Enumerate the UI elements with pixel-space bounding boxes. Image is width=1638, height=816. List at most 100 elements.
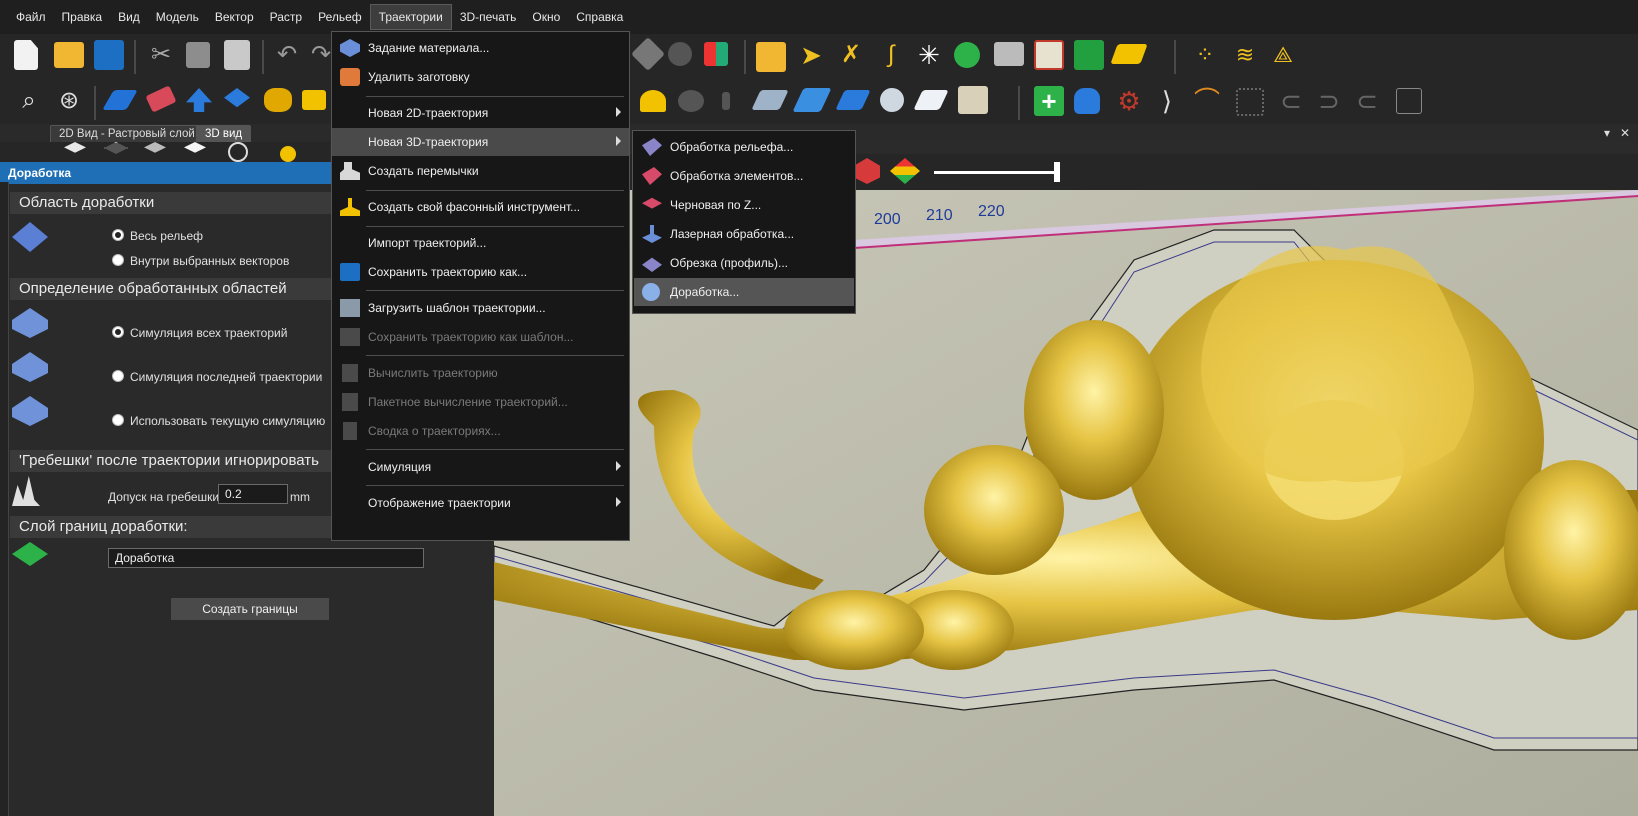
paths-icon[interactable]: [994, 42, 1024, 66]
zoom-icon[interactable]: ⌕: [14, 86, 44, 116]
gray-node-icon[interactable]: [678, 90, 704, 112]
cut-icon[interactable]: ✂: [146, 40, 176, 70]
vector-arrow-icon[interactable]: ➤: [796, 40, 826, 70]
spiral-icon[interactable]: [1034, 40, 1064, 70]
menu-item-new-2d-toolpath[interactable]: Новая 2D-траектория: [332, 99, 629, 127]
gold-slab-icon[interactable]: [302, 90, 326, 110]
menu-toolpaths[interactable]: Траектории: [369, 4, 452, 30]
undo-icon[interactable]: ↶: [272, 40, 302, 70]
menu-help[interactable]: Справка: [568, 5, 631, 29]
view-slider[interactable]: [934, 171, 1058, 174]
menu-item-toolpath-display[interactable]: Отображение траектории: [332, 489, 629, 517]
add-green-icon[interactable]: +: [1034, 86, 1064, 116]
gold-knot-icon[interactable]: [264, 88, 292, 112]
blue-diamond-icon[interactable]: [102, 90, 138, 110]
menu-item-simulation[interactable]: Симуляция: [332, 453, 629, 481]
red-bar-icon[interactable]: [145, 85, 177, 113]
radio-all-relief[interactable]: [112, 229, 124, 241]
copy-icon[interactable]: [186, 42, 210, 68]
submenu-item-relief-machining[interactable]: Обработка рельефа...: [634, 133, 854, 161]
blue-stack-icon[interactable]: [224, 88, 250, 108]
paste-icon[interactable]: [224, 40, 250, 70]
menu-view[interactable]: Вид: [110, 5, 148, 29]
menu-item-save-toolpath-as[interactable]: Сохранить траекторию как...: [332, 258, 629, 286]
tab-3d-view[interactable]: 3D вид: [196, 125, 252, 142]
toolpath-node-icon[interactable]: [640, 90, 666, 112]
pin-icon[interactable]: ▾: [1604, 126, 1610, 140]
tolerance-input[interactable]: 0.2: [218, 484, 288, 504]
layer-white-icon[interactable]: [913, 90, 949, 110]
open-folder-icon[interactable]: [54, 42, 84, 68]
node-edit-icon[interactable]: ✗: [836, 40, 866, 70]
submenu-item-feature-machining[interactable]: Обработка элементов...: [634, 162, 854, 190]
blue-arrow-icon[interactable]: [186, 88, 212, 112]
menu-raster[interactable]: Растр: [262, 5, 310, 29]
menu-item-set-material[interactable]: Задание материала...: [332, 34, 629, 62]
tab-2d-raster[interactable]: 2D Вид - Растровый слой: [50, 125, 204, 142]
blue-pot-icon[interactable]: [1074, 88, 1100, 114]
menu-item-create-bridges[interactable]: Создать перемычки: [332, 157, 629, 185]
new-file-icon[interactable]: [14, 40, 38, 70]
menu-3d-print[interactable]: 3D-печать: [452, 5, 525, 29]
save-icon[interactable]: [94, 40, 124, 70]
yellow-light-icon[interactable]: [280, 146, 296, 162]
radio-use-current[interactable]: [112, 414, 124, 426]
menu-relief[interactable]: Рельеф: [310, 5, 370, 29]
yellow-plate-icon[interactable]: [1110, 44, 1148, 64]
star-icon[interactable]: ✳: [914, 40, 944, 70]
layer-pin-icon[interactable]: [880, 88, 904, 112]
layer-tool-icon[interactable]: [631, 37, 665, 71]
node-points-icon[interactable]: ⁘: [1190, 40, 1220, 70]
curve-icon[interactable]: ∫: [876, 40, 906, 70]
create-boundaries-button[interactable]: Создать границы: [171, 598, 329, 620]
menu-model[interactable]: Модель: [148, 5, 207, 29]
crosshair-icon[interactable]: [228, 142, 248, 162]
color-layers-icon[interactable]: [890, 158, 920, 184]
menu-item-new-3d-toolpath[interactable]: Новая 3D-траектория: [332, 128, 629, 156]
layer-flat-icon[interactable]: [835, 90, 871, 110]
layer-move-icon[interactable]: [751, 90, 789, 110]
radio-sim-last[interactable]: [112, 370, 124, 382]
dotted-square-icon[interactable]: [1236, 88, 1264, 116]
polyline-icon[interactable]: ⟁: [1268, 40, 1298, 70]
green-drop-icon[interactable]: [954, 42, 980, 68]
round-corner-icon[interactable]: ⊂: [1352, 86, 1382, 116]
menu-item-delete-blank[interactable]: Удалить заготовку: [332, 63, 629, 91]
colorful-blocks-icon[interactable]: [704, 42, 728, 66]
red-cube-icon[interactable]: [854, 158, 880, 184]
layer-copy-icon[interactable]: [792, 88, 832, 112]
menu-window[interactable]: Окно: [524, 5, 568, 29]
curve-gray-icon[interactable]: ⊂: [1276, 86, 1306, 116]
orbit-icon[interactable]: ⊛: [54, 86, 84, 116]
open-shape-icon[interactable]: ⊃: [1314, 86, 1344, 116]
menu-edit[interactable]: Правка: [54, 5, 111, 29]
layer-stack-icon[interactable]: [958, 86, 988, 114]
wave-icon[interactable]: ≋: [1230, 40, 1260, 70]
square-dot-icon[interactable]: [1396, 88, 1422, 114]
menu-item-load-template[interactable]: Загрузить шаблон траектории...: [332, 294, 629, 322]
menu-item-create-form-tool[interactable]: Создать свой фасонный инструмент...: [332, 193, 629, 221]
radio-sim-all[interactable]: [112, 326, 124, 338]
submenu-item-laser[interactable]: Лазерная обработка...: [634, 220, 854, 248]
mirror-icon[interactable]: ⌒: [1192, 86, 1222, 116]
submenu-item-z-roughing[interactable]: Черновая по Z...: [634, 191, 854, 219]
menu-file[interactable]: Файл: [8, 5, 54, 29]
close-icon[interactable]: ✕: [1620, 126, 1630, 140]
open-project-icon[interactable]: [756, 42, 786, 72]
radio-inside-vectors[interactable]: [112, 254, 124, 266]
dot-icon[interactable]: [722, 92, 730, 110]
submenu-item-rest-machining[interactable]: Доработка...: [634, 278, 854, 306]
boundary-layer-input[interactable]: Доработка: [108, 548, 424, 568]
gray-cube-icon[interactable]: [144, 142, 166, 153]
red-gear-icon[interactable]: ⚙: [1114, 86, 1144, 116]
solid-cube-icon[interactable]: [184, 142, 206, 153]
submenu-item-profile-cut[interactable]: Обрезка (профиль)...: [634, 249, 854, 277]
view-slider-handle[interactable]: [1054, 162, 1060, 182]
bracket-icon[interactable]: ⟩: [1152, 86, 1182, 116]
node-icon[interactable]: [668, 42, 692, 66]
menu-vector[interactable]: Вектор: [207, 5, 262, 29]
menu-item-import-toolpaths[interactable]: Импорт траекторий...: [332, 229, 629, 257]
grid-icon[interactable]: [1074, 40, 1104, 70]
white-cube-icon[interactable]: [64, 142, 86, 153]
wire-cube-icon[interactable]: [104, 142, 128, 154]
